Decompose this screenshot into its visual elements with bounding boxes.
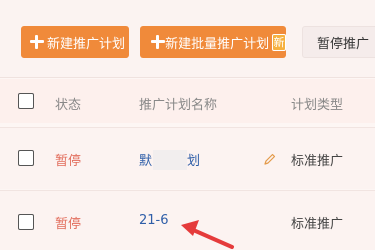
- new-plan-label: 新建推广计划: [47, 36, 126, 52]
- plus-icon: [151, 35, 166, 49]
- status-paused: 暂停: [55, 154, 82, 169]
- plus-icon: [30, 35, 44, 49]
- status-paused: 暂停: [55, 217, 82, 232]
- plan-type: 标准推广: [291, 217, 344, 232]
- table-row: 暂停 21-6 标准推广: [0, 190, 375, 250]
- status-header: 状态: [55, 98, 82, 113]
- toolbar: 新建推广计划 新建批量推广计划 新 暂停推广: [0, 0, 375, 78]
- pencil-icon[interactable]: [263, 152, 277, 166]
- table-row: 暂停 默划 标准推广: [0, 127, 375, 189]
- plan-name-suffix: 划: [187, 154, 201, 169]
- pause-promotion-label: 暂停推广: [317, 36, 370, 52]
- new-batch-plan-label: 新建批量推广计划: [165, 36, 270, 52]
- plan-name-header: 推广计划名称: [139, 98, 218, 113]
- pause-promotion-button[interactable]: 暂停推广: [302, 26, 375, 58]
- redacted-text: [153, 149, 188, 170]
- plan-type: 标准推广: [291, 154, 344, 169]
- select-all-checkbox[interactable]: [18, 93, 34, 109]
- new-badge: 新: [272, 33, 286, 51]
- table-header: 状态 推广计划名称 计划类型: [0, 79, 375, 123]
- plan-name-link[interactable]: 默划: [139, 149, 201, 172]
- plan-type-header: 计划类型: [291, 98, 344, 113]
- plan-name-link[interactable]: 21-6: [139, 213, 169, 228]
- new-batch-plan-button[interactable]: 新建批量推广计划 新: [140, 26, 286, 58]
- new-plan-button[interactable]: 新建推广计划: [21, 26, 129, 58]
- row-checkbox[interactable]: [18, 150, 34, 166]
- plan-name-prefix: 默: [139, 154, 153, 169]
- row-checkbox[interactable]: [18, 214, 34, 230]
